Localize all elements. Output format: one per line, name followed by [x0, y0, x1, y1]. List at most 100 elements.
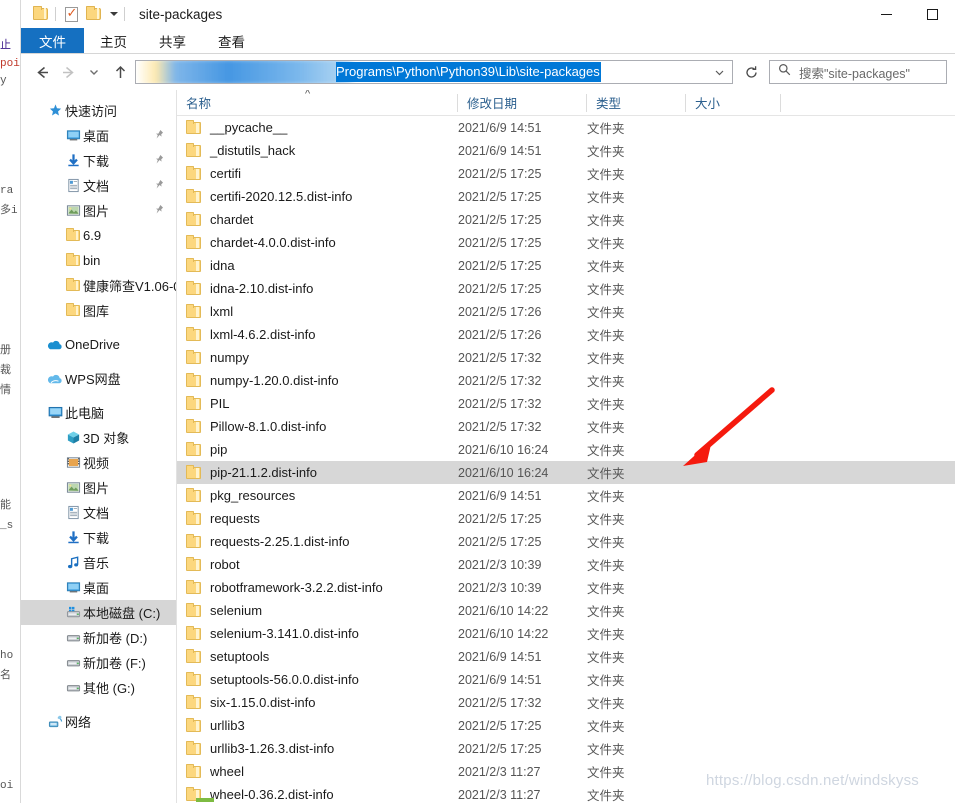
column-header-size[interactable]: 大小 — [686, 90, 781, 116]
pin-icon[interactable] — [153, 204, 164, 216]
table-row[interactable]: pip-21.1.2.dist-info 2021/6/10 16:24 文件夹 — [177, 461, 955, 484]
sidebar-item-8[interactable]: 图库 — [21, 298, 176, 323]
address-bar[interactable]: Programs\Python\Python39\Lib\site-packag… — [135, 60, 733, 84]
navigation-pane: 快速访问桌面下载文档图片6.9bin健康筛查V1.06-060图库OneDriv… — [21, 90, 177, 803]
column-header-date[interactable]: 修改日期 — [458, 90, 587, 116]
column-header-type[interactable]: 类型 — [587, 90, 686, 116]
sidebar-item-7[interactable]: 健康筛查V1.06-060 — [21, 273, 176, 298]
recent-locations-icon[interactable] — [81, 59, 107, 85]
table-row[interactable]: selenium-3.141.0.dist-info 2021/6/10 14:2… — [177, 622, 955, 645]
table-row[interactable]: robotframework-3.2.2.dist-info 2021/2/3 1… — [177, 576, 955, 599]
table-row[interactable]: certifi-2020.12.5.dist-info 2021/2/5 17:2… — [177, 185, 955, 208]
table-row[interactable]: chardet-4.0.0.dist-info 2021/2/5 17:25 文件夹 — [177, 231, 955, 254]
sidebar-item-14[interactable]: 图片 — [21, 475, 176, 500]
table-row[interactable]: certifi 2021/2/5 17:25 文件夹 — [177, 162, 955, 185]
cell-date: 2021/2/5 17:25 — [458, 281, 542, 296]
sidebar-item-11[interactable]: 此电脑 — [21, 400, 176, 425]
cell-type: 文件夹 — [587, 743, 625, 757]
cell-type: 文件夹 — [587, 651, 625, 665]
table-row[interactable]: requests-2.25.1.dist-info 2021/2/5 17:25 文… — [177, 530, 955, 553]
tab-view[interactable]: 查看 — [202, 28, 261, 53]
table-row[interactable]: lxml-4.6.2.dist-info 2021/2/5 17:26 文件夹 — [177, 323, 955, 346]
tab-home[interactable]: 主页 — [84, 28, 143, 53]
table-row[interactable]: idna-2.10.dist-info 2021/2/5 17:25 文件夹 — [177, 277, 955, 300]
sidebar-item-6[interactable]: bin — [21, 248, 176, 273]
table-row[interactable]: lxml 2021/2/5 17:26 文件夹 — [177, 300, 955, 323]
table-row[interactable]: pkg_resources 2021/6/9 14:51 文件夹 — [177, 484, 955, 507]
column-header-name[interactable]: 名称 — [177, 90, 458, 116]
table-row[interactable]: pip 2021/6/10 16:24 文件夹 — [177, 438, 955, 461]
cell-name: lxml-4.6.2.dist-info — [177, 327, 458, 342]
cell-date: 2021/2/5 17:32 — [458, 419, 542, 434]
pin-icon[interactable] — [153, 179, 164, 191]
table-row[interactable]: _distutils_hack 2021/6/9 14:51 文件夹 — [177, 139, 955, 162]
sidebar-item-label: 其他 (G:) — [83, 681, 135, 696]
sidebar-item-22[interactable]: 其他 (G:) — [21, 675, 176, 700]
sidebar-item-12[interactable]: 3D 对象 — [21, 425, 176, 450]
pin-icon[interactable] — [153, 129, 164, 141]
sidebar-item-1[interactable]: 桌面 — [21, 123, 176, 148]
back-icon[interactable] — [29, 59, 55, 85]
sidebar-item-15[interactable]: 文档 — [21, 500, 176, 525]
table-row[interactable]: numpy-1.20.0.dist-info 2021/2/5 17:32 文件夹 — [177, 369, 955, 392]
table-row[interactable]: idna 2021/2/5 17:25 文件夹 — [177, 254, 955, 277]
folder-icon — [186, 396, 201, 410]
sidebar-item-2[interactable]: 下载 — [21, 148, 176, 173]
table-row[interactable]: setuptools 2021/6/9 14:51 文件夹 — [177, 645, 955, 668]
file-explorer-window: site-packages 文件 主页 共享 查看 Programs\Pytho… — [20, 0, 955, 803]
file-name: numpy — [210, 350, 250, 365]
table-row[interactable]: six-1.15.0.dist-info 2021/2/5 17:32 文件夹 — [177, 691, 955, 714]
sidebar-item-16[interactable]: 下载 — [21, 525, 176, 550]
sidebar-item-13[interactable]: 视频 — [21, 450, 176, 475]
cell-name: numpy — [177, 350, 458, 365]
table-row[interactable]: numpy 2021/2/5 17:32 文件夹 — [177, 346, 955, 369]
sidebar-item-0[interactable]: 快速访问 — [21, 98, 176, 123]
sidebar-item-4[interactable]: 图片 — [21, 198, 176, 223]
chevron-down-icon[interactable] — [706, 61, 732, 83]
file-name: wheel — [210, 764, 244, 779]
tab-share[interactable]: 共享 — [143, 28, 202, 53]
up-icon[interactable] — [107, 59, 133, 85]
properties-icon[interactable] — [60, 4, 82, 24]
file-name: urllib3 — [210, 718, 245, 733]
table-row[interactable]: selenium 2021/6/10 14:22 文件夹 — [177, 599, 955, 622]
background-text-fragment: 裁 — [0, 365, 11, 377]
sidebar-item-3[interactable]: 文档 — [21, 173, 176, 198]
minimize-button[interactable] — [863, 0, 909, 28]
table-row[interactable]: setuptools-56.0.0.dist-info 2021/6/9 14:5… — [177, 668, 955, 691]
sidebar-item-17[interactable]: 音乐 — [21, 550, 176, 575]
folder-icon[interactable] — [29, 4, 51, 24]
cell-name: chardet-4.0.0.dist-info — [177, 235, 458, 250]
new-folder-icon[interactable] — [82, 4, 104, 24]
sidebar-item-9[interactable]: OneDrive — [21, 332, 176, 357]
table-row[interactable]: chardet 2021/2/5 17:25 文件夹 — [177, 208, 955, 231]
table-row[interactable]: urllib3-1.26.3.dist-info 2021/2/5 17:25 文件… — [177, 737, 955, 760]
cell-name: certifi — [177, 166, 458, 181]
table-row[interactable]: PIL 2021/2/5 17:32 文件夹 — [177, 392, 955, 415]
sidebar-item-18[interactable]: 桌面 — [21, 575, 176, 600]
table-row[interactable]: Pillow-8.1.0.dist-info 2021/2/5 17:32 文件夹 — [177, 415, 955, 438]
customize-dropdown-icon[interactable] — [104, 12, 120, 16]
search-box[interactable]: 搜索"site-packages" — [769, 60, 947, 84]
drive-icon — [63, 629, 83, 647]
maximize-button[interactable] — [909, 0, 955, 28]
sidebar-item-5[interactable]: 6.9 — [21, 223, 176, 248]
sidebar-item-21[interactable]: 新加卷 (F:) — [21, 650, 176, 675]
forward-icon[interactable] — [55, 59, 81, 85]
table-row[interactable]: robot 2021/2/3 10:39 文件夹 — [177, 553, 955, 576]
sidebar-item-10[interactable]: WPS网盘 — [21, 366, 176, 391]
table-row[interactable]: urllib3 2021/2/5 17:25 文件夹 — [177, 714, 955, 737]
window-title: site-packages — [139, 6, 223, 22]
table-row[interactable]: requests 2021/2/5 17:25 文件夹 — [177, 507, 955, 530]
sidebar-item-20[interactable]: 新加卷 (D:) — [21, 625, 176, 650]
file-name: urllib3-1.26.3.dist-info — [210, 741, 335, 756]
watermark-text: https://blog.csdn.net/windskyss — [706, 772, 919, 789]
sidebar-item-19[interactable]: 本地磁盘 (C:) — [21, 600, 176, 625]
table-row[interactable]: __pycache__ 2021/6/9 14:51 文件夹 — [177, 116, 955, 139]
tab-file[interactable]: 文件 — [21, 28, 84, 53]
folder-icon — [186, 580, 201, 594]
pin-icon[interactable] — [153, 154, 164, 166]
refresh-icon[interactable] — [737, 59, 765, 85]
sidebar-item-23[interactable]: 网络 — [21, 709, 176, 734]
